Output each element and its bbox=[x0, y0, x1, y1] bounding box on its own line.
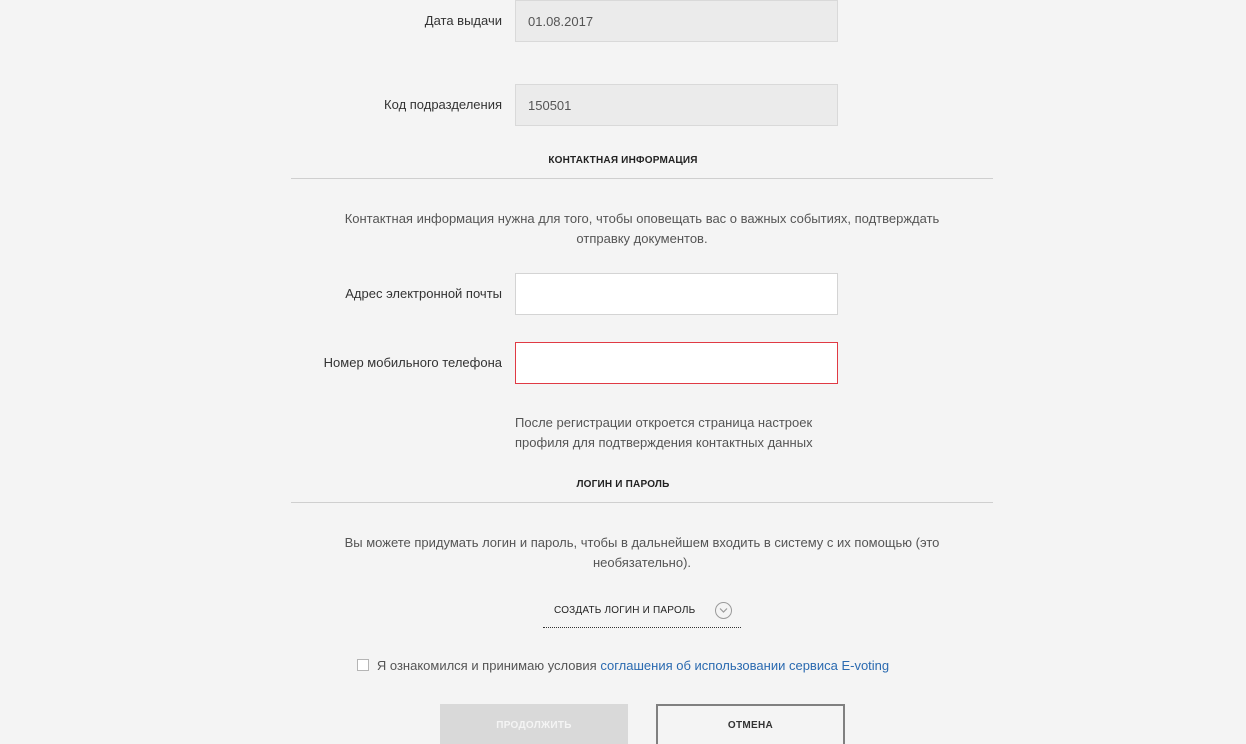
phone-label: Номер мобильного телефона bbox=[323, 355, 502, 370]
agreement-text: Я ознакомился и принимаю условия bbox=[376, 658, 601, 673]
contact-section-divider bbox=[291, 178, 993, 179]
email-field[interactable] bbox=[515, 273, 838, 315]
issue-date-field[interactable] bbox=[515, 0, 838, 42]
login-description-line-2: необязательно). bbox=[592, 555, 692, 570]
continue-button[interactable]: ПРОДОЛЖИТЬ bbox=[440, 704, 628, 744]
division-code-label: Код подразделения bbox=[384, 97, 502, 112]
agreement-row: Я ознакомился и принимаю условия соглаше… bbox=[0, 658, 1246, 678]
agreement-link[interactable]: соглашения об использовании сервиса E-vo… bbox=[600, 658, 889, 673]
contact-description-line-1: Контактная информация нужна для того, чт… bbox=[344, 211, 940, 226]
phone-row: Номер мобильного телефона bbox=[0, 342, 1246, 384]
issue-date-label: Дата выдачи bbox=[424, 13, 502, 28]
contact-description-line-2: отправку документов. bbox=[576, 231, 708, 246]
division-code-field[interactable] bbox=[515, 84, 838, 126]
login-description-line-1: Вы можете придумать логин и пароль, чтоб… bbox=[344, 535, 940, 550]
contact-hint: После регистрации откроется страница нас… bbox=[515, 413, 855, 453]
email-row: Адрес электронной почты bbox=[0, 273, 1246, 315]
phone-field[interactable] bbox=[515, 342, 838, 384]
contact-section-title: КОНТАКТНАЯ ИНФОРМАЦИЯ bbox=[548, 155, 698, 166]
login-description: Вы можете придумать логин и пароль, чтоб… bbox=[311, 533, 973, 573]
email-label: Адрес электронной почты bbox=[345, 286, 502, 301]
contact-description: Контактная информация нужна для того, чт… bbox=[311, 209, 973, 249]
chevron-down-icon bbox=[715, 602, 732, 619]
create-login-label: СОЗДАТЬ ЛОГИН И ПАРОЛЬ bbox=[554, 605, 696, 616]
create-login-link[interactable]: СОЗДАТЬ ЛОГИН И ПАРОЛЬ bbox=[543, 601, 741, 628]
issue-date-row: Дата выдачи bbox=[0, 0, 1246, 42]
registration-form: Дата выдачи Код подразделения КОНТАКТНАЯ… bbox=[0, 0, 1246, 744]
login-section-title: ЛОГИН И ПАРОЛЬ bbox=[576, 479, 670, 490]
contact-hint-line-2: профиля для подтверждения контактных дан… bbox=[515, 435, 813, 450]
login-section-divider bbox=[291, 502, 993, 503]
cancel-button[interactable]: ОТМЕНА bbox=[656, 704, 845, 744]
division-code-row: Код подразделения bbox=[0, 84, 1246, 126]
agreement-checkbox[interactable] bbox=[356, 659, 369, 671]
contact-hint-line-1: После регистрации откроется страница нас… bbox=[515, 415, 813, 430]
